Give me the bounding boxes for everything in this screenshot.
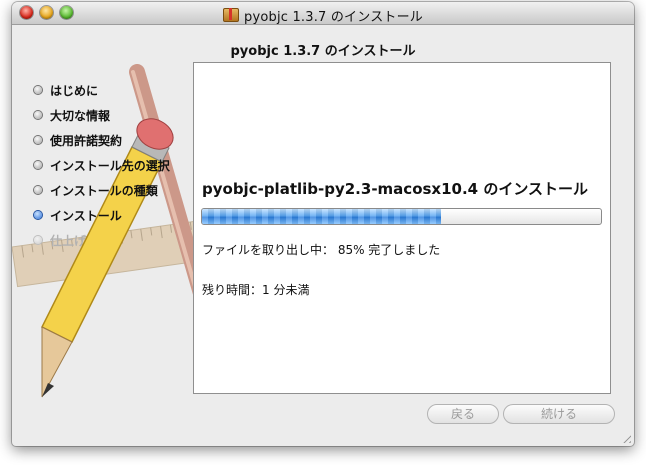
progress-bar xyxy=(201,208,602,225)
step-license: 使用許諾契約 xyxy=(34,132,170,157)
time-remaining: 残り時間：1 分未満 xyxy=(202,283,310,297)
package-icon xyxy=(223,8,239,22)
window-title: pyobjc 1.3.7 のインストール xyxy=(244,10,423,25)
title-bar[interactable]: pyobjc 1.3.7 のインストール xyxy=(12,2,634,25)
step-installation-type: インストールの種類 xyxy=(34,182,170,207)
step-introduction: はじめに xyxy=(34,82,170,107)
progress-fill xyxy=(202,209,442,224)
step-destination: インストール先の選択 xyxy=(34,157,170,182)
content-panel: pyobjc-platlib-py2.3-macosx10.4 のインストール … xyxy=(193,62,611,394)
window-title-area: pyobjc 1.3.7 のインストール xyxy=(12,6,634,25)
resize-grip-icon[interactable] xyxy=(620,432,631,443)
step-bullet-icon xyxy=(34,186,42,194)
step-bullet-active-icon xyxy=(34,211,42,219)
continue-button[interactable]: 続ける xyxy=(503,404,615,424)
step-install: インストール xyxy=(34,207,170,232)
install-heading: pyobjc-platlib-py2.3-macosx10.4 のインストール xyxy=(202,180,589,198)
step-bullet-icon xyxy=(34,236,42,244)
step-label: インストールの種類 xyxy=(50,184,158,198)
step-label: インストール xyxy=(50,209,122,223)
step-label: 大切な情報 xyxy=(50,109,111,123)
step-read-me: 大切な情報 xyxy=(34,107,170,132)
step-label: はじめに xyxy=(50,84,99,98)
step-label: 仕上げ xyxy=(50,234,87,248)
step-bullet-icon xyxy=(34,86,42,94)
step-label: 使用許諾契約 xyxy=(50,134,123,148)
step-label: インストール先の選択 xyxy=(50,159,170,173)
step-bullet-icon xyxy=(34,136,42,144)
step-bullet-icon xyxy=(34,161,42,169)
step-list: はじめに 大切な情報 使用許諾契約 インストール先の選択 インストールの種類 イ… xyxy=(34,82,170,257)
back-button[interactable]: 戻る xyxy=(427,404,499,424)
installer-window: pyobjc 1.3.7 のインストール pyobjc 1.3.7 のインストー… xyxy=(12,2,634,446)
step-bullet-icon xyxy=(34,111,42,119)
step-finish: 仕上げ xyxy=(34,232,170,257)
status-text: ファイルを取り出し中： 85% 完了しました xyxy=(202,243,441,257)
